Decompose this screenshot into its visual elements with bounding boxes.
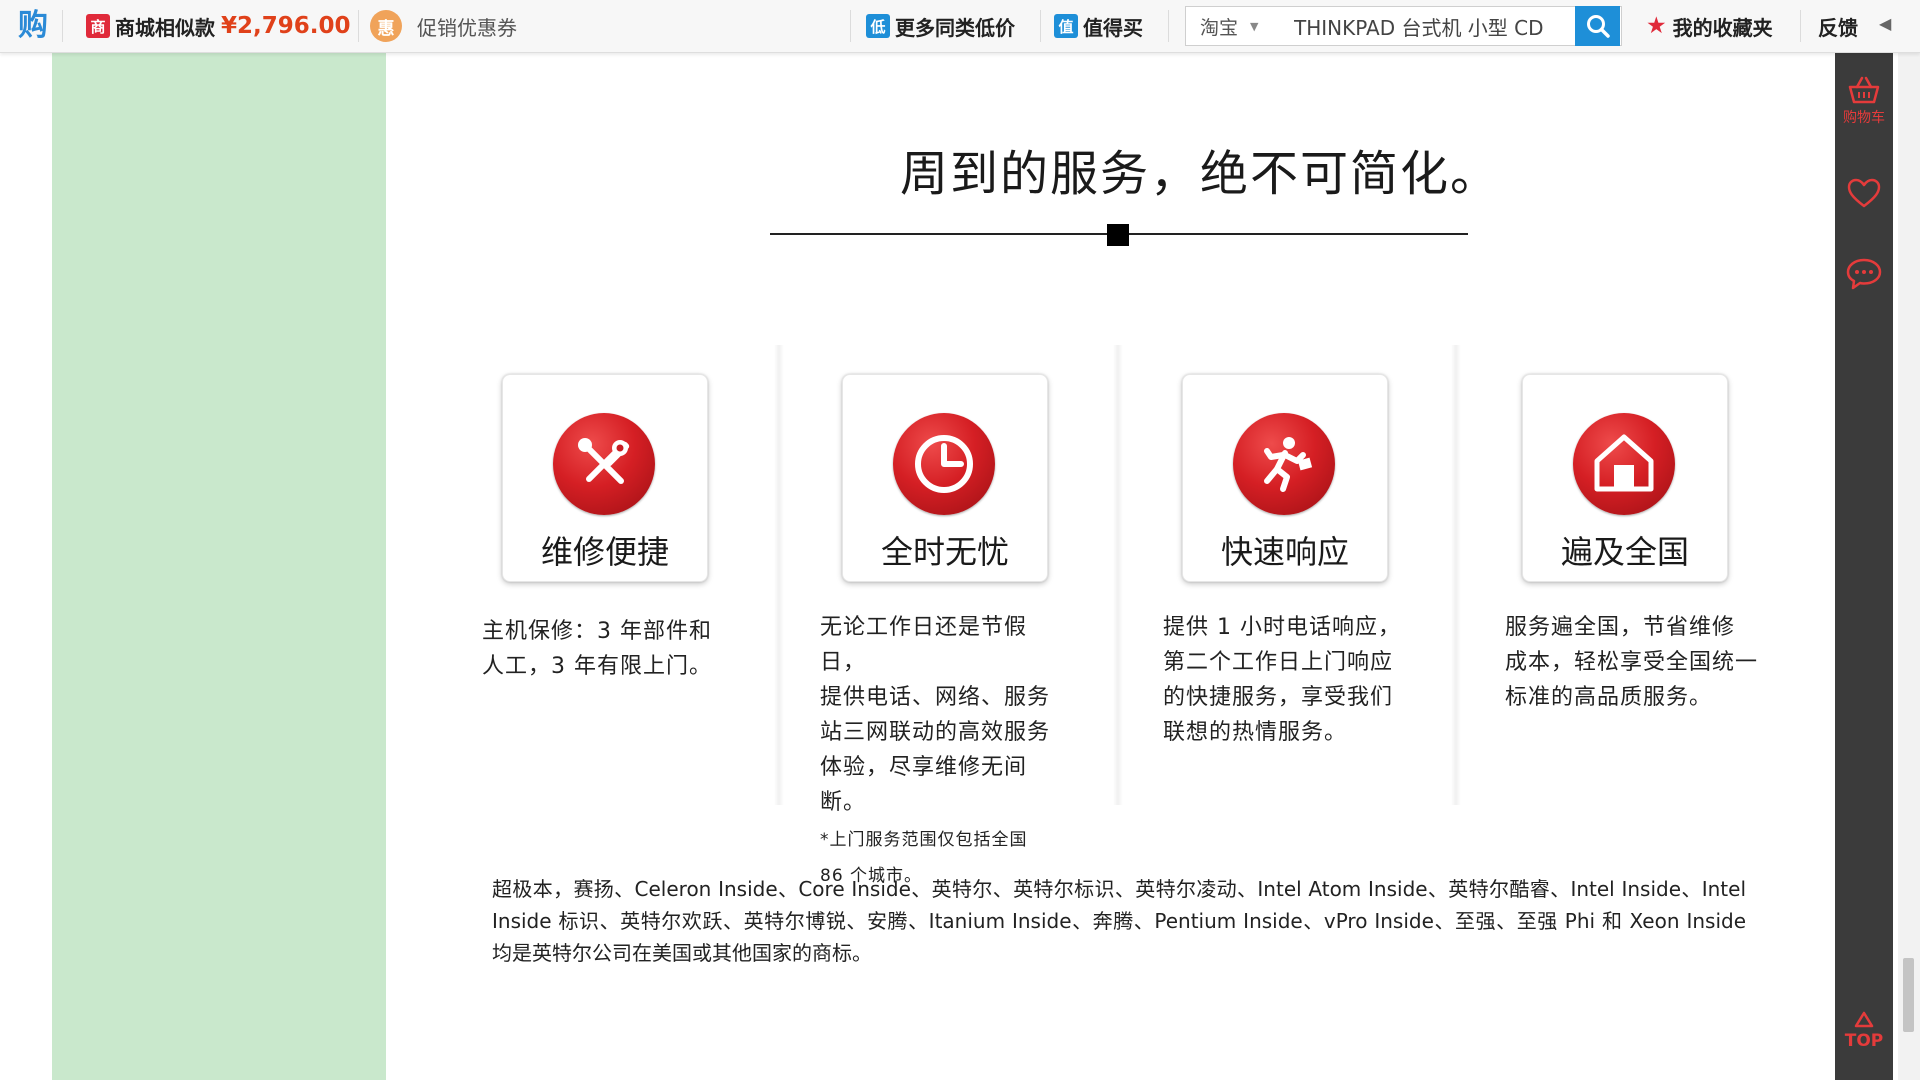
tools-icon: [553, 413, 655, 515]
favorites-button[interactable]: [1835, 177, 1893, 209]
feedback-button[interactable]: 反馈: [1818, 0, 1858, 52]
note-line: *上门服务范围仅包括全国: [820, 830, 1028, 850]
feature-label: 维修便捷: [540, 533, 669, 571]
promo-coupon-label: 促销优惠券: [417, 15, 517, 40]
feedback-label: 反馈: [1818, 15, 1858, 40]
mall-similar-button[interactable]: 商 商城相似款 ¥2,796.00: [86, 0, 351, 52]
house-icon: [1573, 413, 1675, 515]
heart-icon: [1847, 178, 1881, 208]
feature-description: 服务遍全国，节省维修 成本，轻松享受全国统一 标准的高品质服务。: [1505, 610, 1765, 715]
caret-down-icon: ▼: [1250, 19, 1259, 33]
worth-buying-button[interactable]: 值 值得买: [1054, 0, 1143, 52]
my-favorites-button[interactable]: ★ 我的收藏夹: [1646, 0, 1773, 52]
toolbar-divider: [1800, 10, 1801, 42]
feature-label: 全时无忧: [880, 533, 1009, 571]
description-line: 成本，轻松享受全国统一: [1505, 650, 1759, 675]
collapse-left-icon[interactable]: ◀: [1879, 14, 1891, 33]
clock-icon: [893, 413, 995, 515]
cart-button[interactable]: 购物车: [1835, 75, 1893, 127]
cart-label: 购物车: [1843, 110, 1885, 126]
search-scope-value: 淘宝: [1200, 16, 1239, 39]
mall-badge-icon: 商: [86, 14, 110, 38]
feature-card-nationwide: 遍及全国: [1522, 374, 1728, 582]
running-man-icon: [1233, 413, 1335, 515]
search-icon: [1586, 15, 1610, 38]
arrow-up-icon: [1854, 1011, 1874, 1028]
extension-toolbar: 购 商 商城相似款 ¥2,796.00 惠 促销优惠券 低 更多同类低价 值 值…: [0, 0, 1920, 53]
toolbar-divider: [358, 10, 359, 42]
description-line: 提供 1 小时电话响应，: [1163, 615, 1401, 640]
scrollbar-thumb[interactable]: [1903, 958, 1914, 1032]
chat-button[interactable]: [1835, 257, 1893, 291]
description-line: 无论工作日还是节假日，: [820, 615, 1028, 675]
worth-buying-label: 值得买: [1083, 15, 1143, 40]
description-line: 体验，尽享维修无间断。: [820, 755, 1028, 815]
search-button[interactable]: [1575, 6, 1620, 46]
feature-card-repair: 维修便捷: [502, 374, 708, 582]
toolbar-divider: [1040, 10, 1041, 42]
low-price-badge-icon: 低: [866, 14, 890, 38]
feature-card-all-time: 全时无忧: [842, 374, 1048, 582]
vertical-scrollbar[interactable]: [1898, 53, 1920, 1080]
star-icon: ★: [1646, 13, 1667, 39]
description-line: 提供电话、网络、服务: [820, 685, 1051, 710]
feature-description: 提供 1 小时电话响应， 第二个工作日上门响应 的快捷服务，享受我们 联想的热情…: [1163, 610, 1413, 750]
shopping-basket-icon: [1848, 76, 1880, 104]
column-divider: [1113, 345, 1123, 805]
description-line: 标准的高品质服务。: [1505, 685, 1713, 710]
toolbar-divider: [1168, 10, 1169, 42]
mall-similar-price: ¥2,796.00: [221, 13, 351, 39]
description-line: 服务遍全国，节省维修: [1505, 615, 1736, 640]
feature-label: 快速响应: [1220, 533, 1349, 571]
page-title: 周到的服务，绝不可简化。: [899, 146, 1500, 202]
feature-card-fast-response: 快速响应: [1182, 374, 1388, 582]
description-line: 人工，3 年有限上门。: [482, 654, 712, 679]
mall-similar-label: 商城相似款: [115, 15, 215, 40]
promo-coupon-button[interactable]: 惠 促销优惠券: [370, 0, 517, 52]
description-line: 的快捷服务，享受我们: [1163, 685, 1394, 710]
chat-bubble-icon: [1846, 258, 1882, 290]
trademark-notice: 超极本，赛扬、Celeron Inside、Core Inside、英特尔、英特…: [492, 877, 1746, 965]
worth-badge-icon: 值: [1054, 14, 1078, 38]
title-divider-square: [1107, 224, 1129, 246]
more-low-price-label: 更多同类低价: [895, 15, 1015, 40]
column-divider: [1451, 345, 1461, 805]
column-divider: [774, 345, 784, 805]
right-toolbar: 购物车 TOP: [1835, 53, 1893, 1080]
description-line: 主机保修：3 年部件和: [482, 619, 712, 644]
top-label: TOP: [1844, 1031, 1884, 1051]
more-low-price-button[interactable]: 低 更多同类低价: [866, 0, 1015, 52]
feature-description: 无论工作日还是节假日， 提供电话、网络、服务 站三网联动的高效服务 体验，尽享维…: [820, 610, 1070, 894]
description-line: 站三网联动的高效服务: [820, 720, 1051, 745]
shopping-assistant-logo-icon[interactable]: 购: [16, 9, 50, 43]
search-scope-dropdown[interactable]: 淘宝 ▼: [1186, 13, 1292, 40]
back-to-top-button[interactable]: TOP: [1835, 1011, 1893, 1051]
search-input[interactable]: [1292, 8, 1621, 44]
toolbar-divider: [850, 10, 851, 42]
my-favorites-label: 我的收藏夹: [1672, 15, 1773, 40]
toolbar-divider: [62, 10, 63, 42]
feature-label: 遍及全国: [1560, 533, 1689, 571]
feature-description: 主机保修：3 年部件和 人工，3 年有限上门。: [482, 614, 732, 684]
description-line: 第二个工作日上门响应: [1163, 650, 1394, 675]
description-line: 联想的热情服务。: [1163, 720, 1348, 745]
discount-badge-icon: 惠: [370, 10, 402, 42]
search-box: 淘宝 ▼: [1185, 6, 1622, 46]
left-sidebar-panel: [52, 53, 386, 1080]
